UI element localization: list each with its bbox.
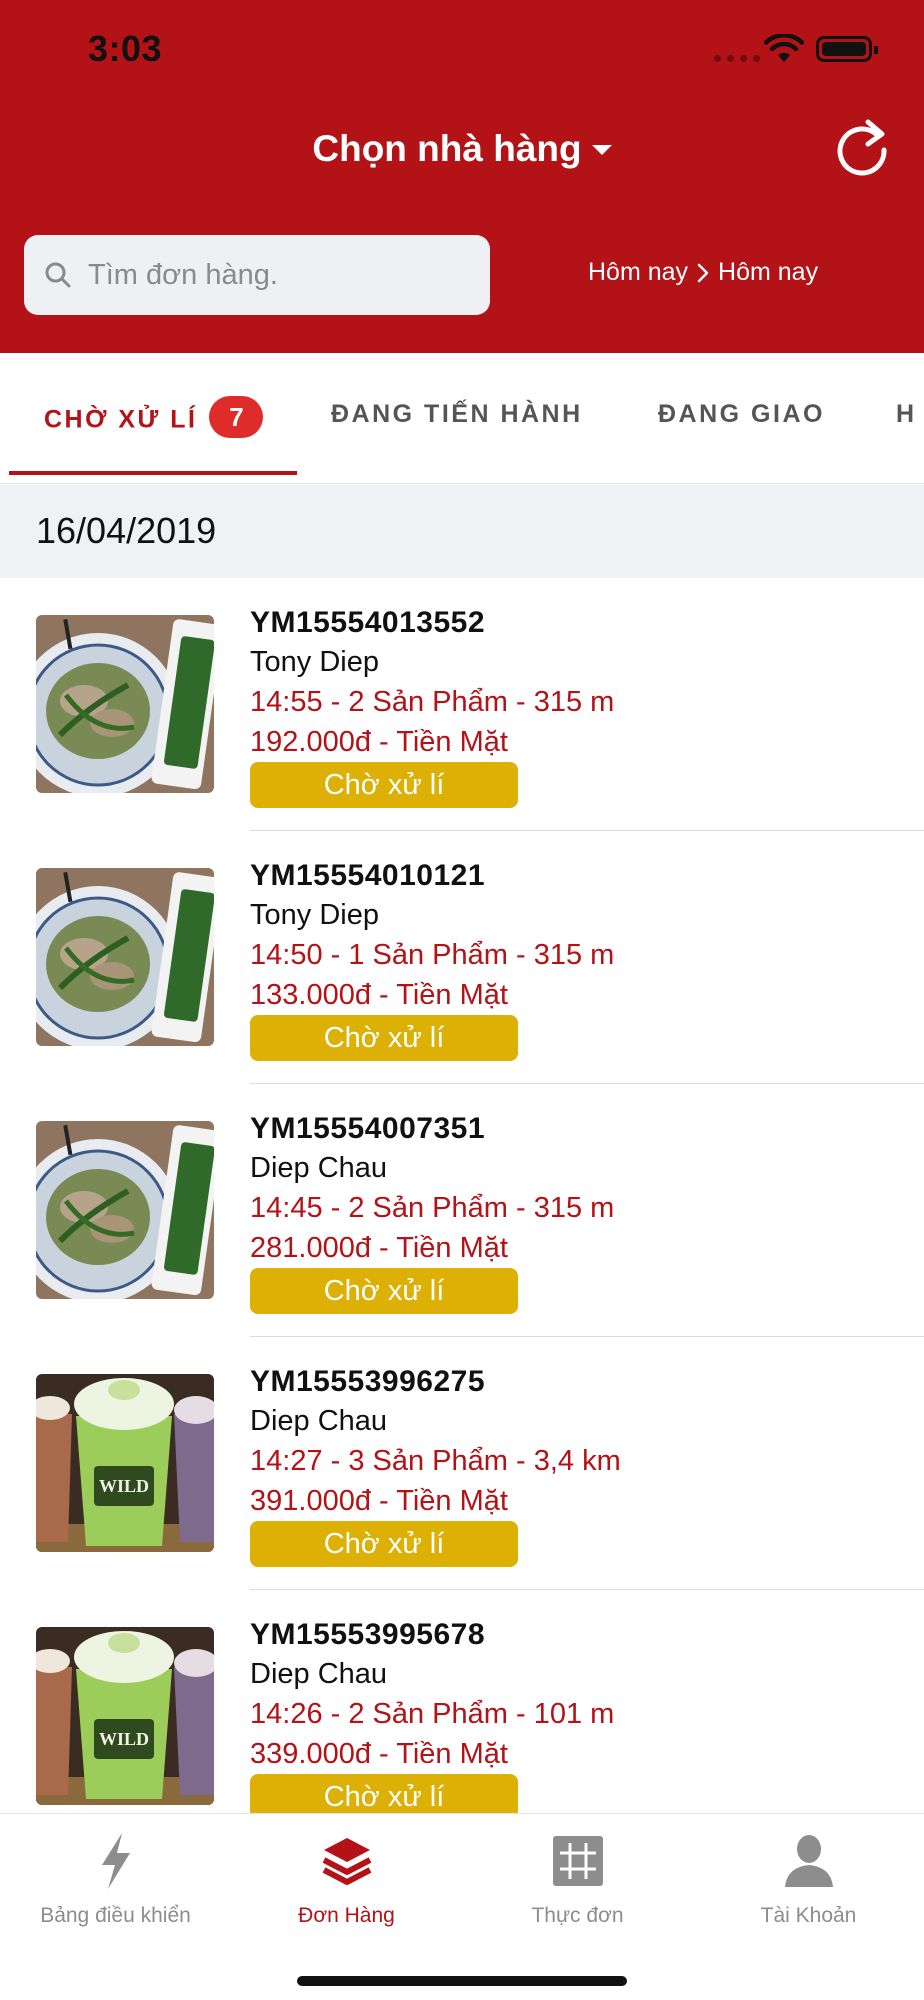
order-total-payment: 391.000đ - Tiền Mặt xyxy=(250,1485,508,1517)
svg-text:WILD: WILD xyxy=(99,1729,149,1749)
order-id: YM15554010121 xyxy=(250,859,486,892)
active-tab-indicator xyxy=(9,471,297,475)
order-thumbnail: WILD xyxy=(36,1627,214,1805)
order-thumbnail xyxy=(36,615,214,793)
tab-in-progress[interactable]: ĐANG TIẾN HÀNH xyxy=(331,400,583,429)
date-group-label: 16/04/2019 xyxy=(36,510,217,551)
order-item[interactable]: WILD YM15553995678 Diep Chau 14:26 - 2 S… xyxy=(0,1590,924,1813)
customer-name: Tony Diep xyxy=(250,899,379,931)
order-time-items-distance: 14:27 - 3 Sản Phẩm - 3,4 km xyxy=(250,1445,621,1477)
drinks-image: WILD xyxy=(36,1374,214,1552)
date-from: Hôm nay xyxy=(588,258,689,286)
nav-account-label: Tài Khoản xyxy=(760,1904,857,1927)
date-group-header: 16/04/2019 xyxy=(0,485,924,578)
order-status-button[interactable]: Chờ xử lí xyxy=(250,1268,518,1314)
vegetable-dish-image xyxy=(36,1121,214,1299)
order-list: YM15554013552 Tony Diep 14:55 - 2 Sản Ph… xyxy=(0,578,924,1813)
order-total-payment: 281.000đ - Tiền Mặt xyxy=(250,1232,508,1264)
pending-count-badge: 7 xyxy=(209,396,264,438)
order-time-items-distance: 14:26 - 2 Sản Phẩm - 101 m xyxy=(250,1698,615,1730)
customer-name: Diep Chau xyxy=(250,1405,388,1437)
nav-menu-label: Thực đơn xyxy=(531,1904,624,1927)
tab-delivering-label: ĐANG GIAO xyxy=(658,400,825,428)
order-item[interactable]: YM15554010121 Tony Diep 14:50 - 1 Sản Ph… xyxy=(0,831,924,1084)
search-icon xyxy=(45,262,71,288)
nav-dashboard[interactable]: Bảng điều khiển xyxy=(0,1830,231,1928)
nav-dashboard-label: Bảng điều khiển xyxy=(40,1904,191,1927)
vegetable-dish-image xyxy=(36,868,214,1046)
order-id: YM15554007351 xyxy=(250,1112,486,1145)
order-time-items-distance: 14:50 - 1 Sản Phẩm - 315 m xyxy=(250,939,615,971)
tab-history-label: H xyxy=(896,400,917,428)
tab-delivering[interactable]: ĐANG GIAO xyxy=(658,400,825,429)
wifi-icon xyxy=(764,34,804,62)
tab-history[interactable]: H xyxy=(896,400,917,429)
signal-icon xyxy=(714,55,760,62)
home-indicator xyxy=(297,1976,627,1986)
order-total-payment: 339.000đ - Tiền Mặt xyxy=(250,1738,508,1770)
svg-text:WILD: WILD xyxy=(99,1476,149,1496)
order-status-button[interactable]: Chờ xử lí xyxy=(250,1774,518,1813)
order-total-payment: 133.000đ - Tiền Mặt xyxy=(250,979,508,1011)
tab-pending-label: CHỜ XỬ LÍ xyxy=(44,405,198,434)
refresh-icon[interactable] xyxy=(834,114,894,180)
tab-in-progress-label: ĐANG TIẾN HÀNH xyxy=(331,400,583,428)
restaurant-selector[interactable]: Chọn nhà hàng xyxy=(312,128,612,170)
customer-name: Diep Chau xyxy=(250,1152,388,1184)
chevron-right-icon xyxy=(697,263,709,282)
chevron-down-icon xyxy=(591,145,612,155)
order-item[interactable]: WILD YM15553996275 Diep Chau 14:27 - 3 S… xyxy=(0,1337,924,1590)
order-id: YM15553995678 xyxy=(250,1618,486,1651)
order-thumbnail xyxy=(36,1121,214,1299)
order-status-button[interactable]: Chờ xử lí xyxy=(250,762,518,808)
customer-name: Diep Chau xyxy=(250,1658,388,1690)
tab-pending[interactable]: CHỜ XỬ LÍ 7 xyxy=(44,396,264,442)
layers-icon xyxy=(322,1838,371,1885)
customer-name: Tony Diep xyxy=(250,646,379,678)
order-item[interactable]: YM15554007351 Diep Chau 14:45 - 2 Sản Ph… xyxy=(0,1084,924,1337)
battery-icon xyxy=(816,36,878,62)
nav-orders-label: Đơn Hàng xyxy=(298,1904,395,1927)
restaurant-selector-label: Chọn nhà hàng xyxy=(312,128,582,169)
bottom-navigation: Bảng điều khiển Đơn Hàng Thực đơn Tài Kh… xyxy=(0,1813,924,2000)
vegetable-dish-image xyxy=(36,615,214,793)
search-input[interactable] xyxy=(88,258,468,292)
date-to: Hôm nay xyxy=(718,258,819,286)
nav-menu[interactable]: Thực đơn xyxy=(462,1830,693,1928)
drinks-image: WILD xyxy=(36,1627,214,1805)
order-time-items-distance: 14:55 - 2 Sản Phẩm - 315 m xyxy=(250,686,615,718)
order-thumbnail: WILD xyxy=(36,1374,214,1552)
order-status-button[interactable]: Chờ xử lí xyxy=(250,1521,518,1567)
order-item[interactable]: YM15554013552 Tony Diep 14:55 - 2 Sản Ph… xyxy=(0,578,924,831)
app-header: 3:03 Chọn nhà hàng Hôm nay Hôm nay xyxy=(0,0,924,353)
nav-orders[interactable]: Đơn Hàng xyxy=(231,1830,462,1928)
status-bar-time: 3:03 xyxy=(88,28,163,69)
order-status-button[interactable]: Chờ xử lí xyxy=(250,1015,518,1061)
user-icon xyxy=(784,1835,833,1887)
order-time-items-distance: 14:45 - 2 Sản Phẩm - 315 m xyxy=(250,1192,615,1224)
order-id: YM15553996275 xyxy=(250,1365,486,1398)
order-total-payment: 192.000đ - Tiền Mặt xyxy=(250,726,508,758)
lightning-icon xyxy=(101,1833,130,1889)
grid-icon xyxy=(552,1836,603,1886)
order-thumbnail xyxy=(36,868,214,1046)
date-range-selector[interactable]: Hôm nay Hôm nay xyxy=(588,258,818,287)
search-box[interactable] xyxy=(24,235,490,315)
order-id: YM15554013552 xyxy=(250,606,486,639)
order-status-tabs: CHỜ XỬ LÍ 7 ĐANG TIẾN HÀNH ĐANG GIAO H xyxy=(0,353,924,484)
nav-account[interactable]: Tài Khoản xyxy=(693,1830,924,1928)
